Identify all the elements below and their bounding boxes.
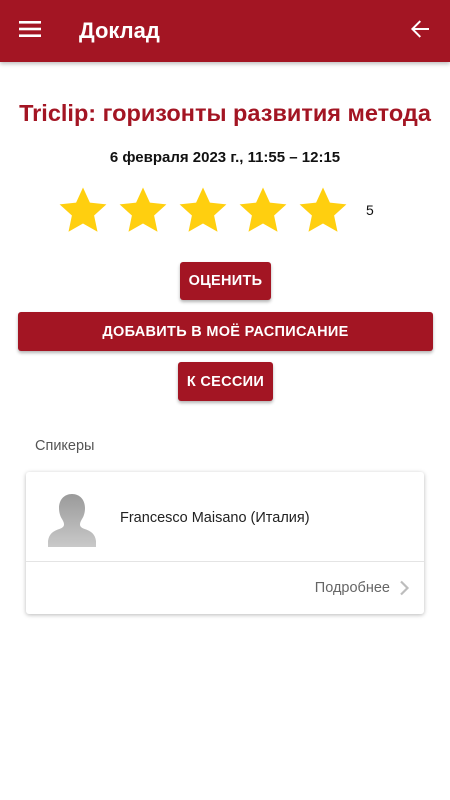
menu-button[interactable] bbox=[10, 11, 50, 51]
page-title: Доклад bbox=[79, 18, 160, 43]
speaker-details-link[interactable]: Подробнее bbox=[315, 578, 410, 598]
star-icon[interactable] bbox=[178, 185, 228, 235]
star-icon[interactable] bbox=[238, 185, 288, 235]
speaker-card[interactable]: Francesco Maisano (Италия) Подробнее bbox=[26, 472, 424, 614]
speaker-name: Francesco Maisano (Италия) bbox=[120, 510, 310, 526]
to-session-button[interactable]: К СЕССИИ bbox=[178, 362, 273, 401]
app-bar: Доклад bbox=[0, 0, 450, 62]
menu-icon bbox=[19, 20, 41, 43]
arrow-back-icon bbox=[410, 19, 430, 44]
star-icon[interactable] bbox=[58, 185, 108, 235]
chevron-right-icon bbox=[398, 580, 410, 596]
add-to-schedule-button[interactable]: ДОБАВИТЬ В МОЁ РАСПИСАНИЕ bbox=[18, 312, 433, 351]
rating-value: 5 bbox=[366, 202, 374, 218]
talk-title: Triclip: горизонты развития метода bbox=[19, 100, 431, 126]
person-icon bbox=[47, 491, 97, 547]
star-icon[interactable] bbox=[118, 185, 168, 235]
details-label: Подробнее bbox=[314, 580, 390, 596]
rate-button[interactable]: ОЦЕНИТЬ bbox=[180, 262, 271, 300]
star-icon[interactable] bbox=[298, 185, 348, 235]
back-button[interactable] bbox=[400, 11, 440, 51]
divider bbox=[26, 561, 424, 562]
talk-datetime: 6 февраля 2023 г., 11:55 – 12:15 bbox=[109, 149, 341, 166]
avatar bbox=[47, 491, 97, 547]
speakers-section-label: Спикеры bbox=[35, 438, 95, 454]
star-rating bbox=[58, 185, 358, 235]
